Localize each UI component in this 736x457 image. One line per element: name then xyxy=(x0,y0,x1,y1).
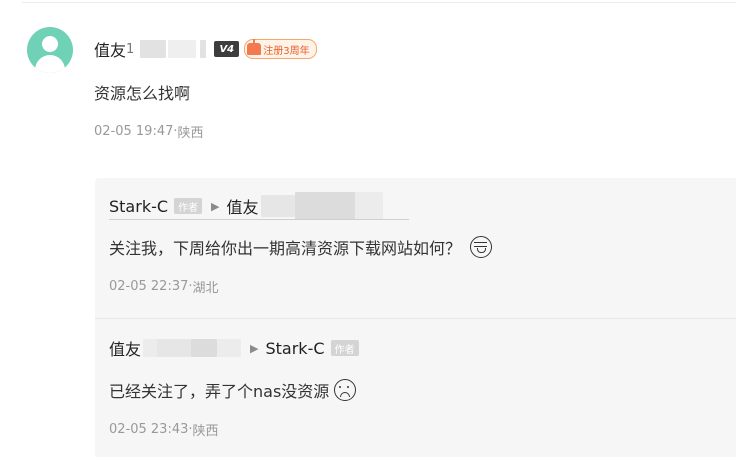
cake-icon xyxy=(247,39,262,55)
comment-username-partial: 1 xyxy=(126,41,135,57)
reply-author-name[interactable]: Stark-C xyxy=(109,197,168,216)
comment-time: 02-05 19:47 xyxy=(94,123,174,139)
redacted-name-block xyxy=(168,40,197,58)
reply-target-name[interactable]: 值友 xyxy=(227,194,259,218)
reply-header: Stark-C 作者 ▶ 值友 xyxy=(109,192,383,220)
reply-time: 02-05 23:43 xyxy=(109,421,189,437)
redacted-name-block xyxy=(157,339,192,357)
avatar-body-shape xyxy=(35,55,65,73)
comment-username[interactable]: 值友 xyxy=(94,37,126,61)
reply-underline xyxy=(109,219,409,220)
anniversary-badge: 注册3周年 xyxy=(244,39,317,59)
reply-author-name[interactable]: 值友 xyxy=(109,336,141,360)
reply-text: 关注我，下周给你出一期高清资源下载网站如何？ xyxy=(109,239,462,258)
comment-meta: 02-05 19:47 · 陕西 xyxy=(94,122,204,141)
reply-location: 陕西 xyxy=(192,423,219,439)
author-tag: 作者 xyxy=(330,340,359,356)
reply-arrow-icon: ▶ xyxy=(211,199,220,213)
user-avatar[interactable] xyxy=(27,27,73,73)
reply-location: 湖北 xyxy=(192,280,219,296)
reply-meta: 02-05 22:37 · 湖北 xyxy=(109,277,219,296)
reply-meta: 02-05 23:43 · 陕西 xyxy=(109,420,219,439)
level-badge: V4 xyxy=(214,41,240,57)
redacted-name-block xyxy=(294,192,355,220)
comment-text: 资源怎么找啊 xyxy=(94,84,191,103)
comment-location: 陕西 xyxy=(177,125,204,141)
reply-arrow-icon: ▶ xyxy=(250,341,259,355)
anniversary-label: 注册3周年 xyxy=(263,45,310,57)
reply-time: 02-05 22:37 xyxy=(109,278,189,294)
redacted-name-block xyxy=(191,339,218,357)
sad-face-icon xyxy=(334,379,357,401)
redacted-name-block xyxy=(140,40,167,58)
reply-header: 值友 ▶ Stark-C 作者 xyxy=(109,337,359,359)
reply-text: 已经关注了，弄了个nas没资源 xyxy=(109,382,330,401)
redacted-name-block xyxy=(217,339,242,357)
redacted-name-block xyxy=(200,40,207,58)
redacted-name-block xyxy=(260,195,295,217)
reply-text-row: 关注我，下周给你出一期高清资源下载网站如何？ xyxy=(109,235,493,259)
redacted-name-block xyxy=(143,339,158,357)
top-divider xyxy=(22,2,736,3)
grin-icon xyxy=(470,236,493,258)
reply-target-name[interactable]: Stark-C xyxy=(265,339,324,358)
author-tag: 作者 xyxy=(174,198,203,214)
redacted-name-block xyxy=(354,192,383,220)
reply-divider xyxy=(95,318,736,319)
avatar-head-shape xyxy=(42,36,58,52)
comment-header: 值友 1 V4 注册3周年 xyxy=(94,38,317,60)
reply-text-row: 已经关注了，弄了个nas没资源 xyxy=(109,378,357,402)
